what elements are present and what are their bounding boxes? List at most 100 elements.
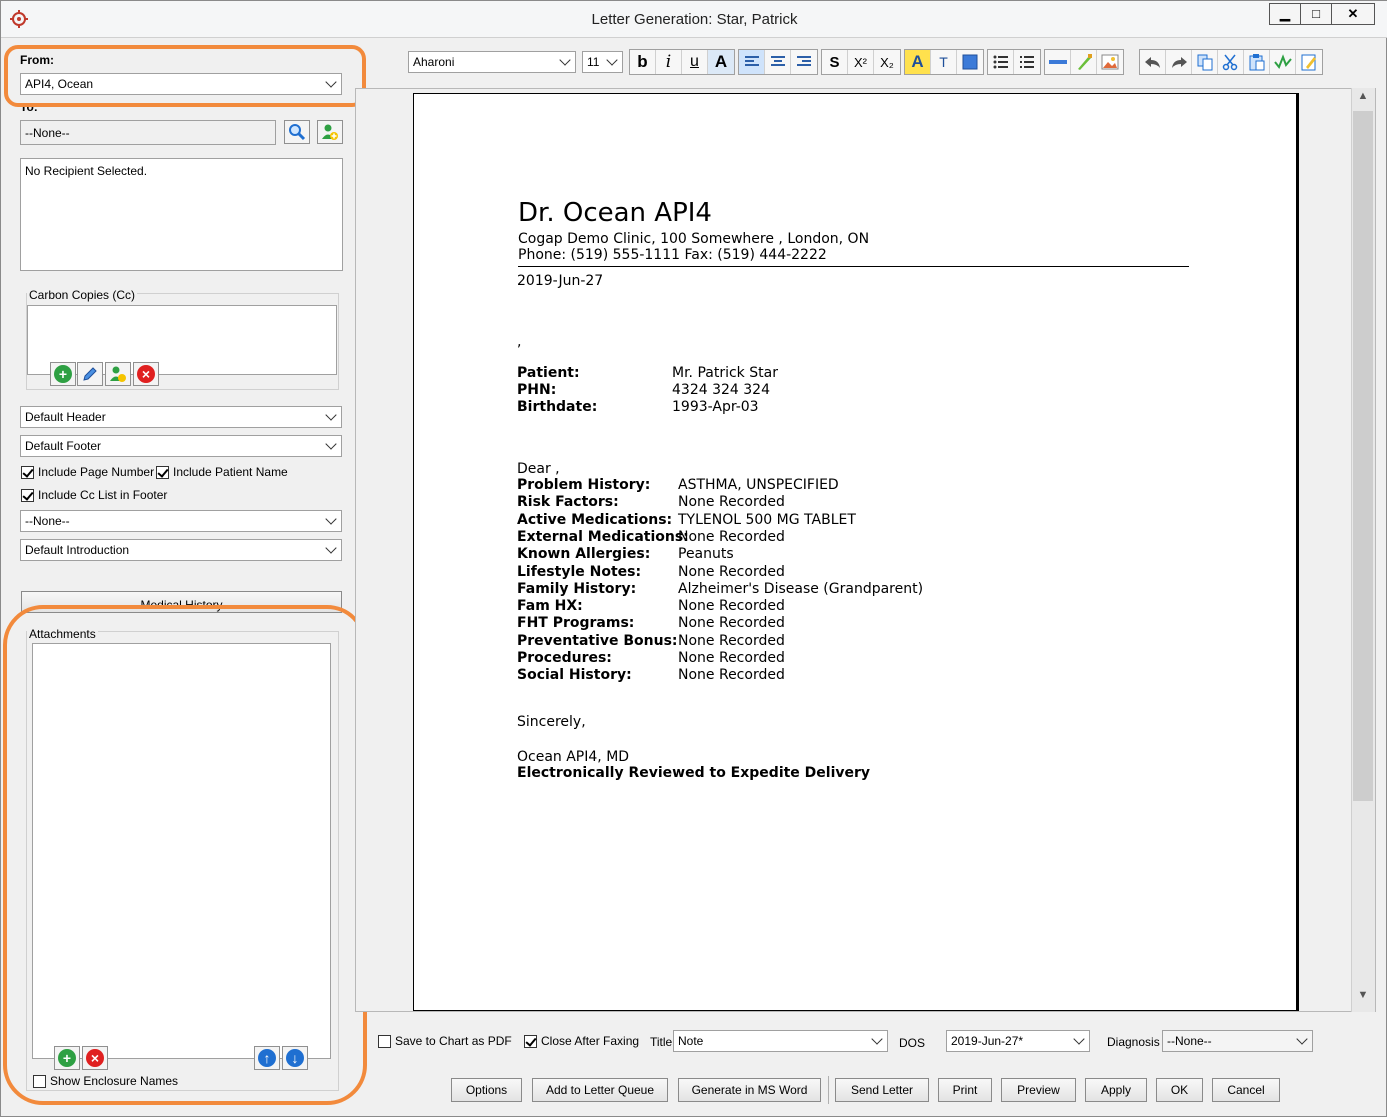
minimize-button[interactable]: ▁	[1269, 3, 1301, 25]
history-label: Lifestyle Notes:	[517, 564, 642, 580]
horizontal-rule-button[interactable]	[1045, 50, 1071, 74]
strikethrough-button[interactable]: S	[822, 50, 848, 74]
generate-ms-word-button[interactable]: Generate in MS Word	[678, 1078, 821, 1102]
history-label: Family History:	[517, 581, 637, 597]
add-user-icon	[322, 124, 338, 140]
underline-button[interactable]: u	[682, 50, 708, 74]
script-group: S X² X₂	[821, 49, 901, 75]
add-user-icon	[110, 366, 126, 382]
from-select[interactable]: API4, Ocean	[20, 73, 342, 95]
highlight-button[interactable]: A	[905, 50, 931, 74]
send-letter-button[interactable]: Send Letter	[835, 1078, 929, 1102]
add-cc-contact-button[interactable]	[105, 362, 131, 386]
close-after-faxing-checkbox[interactable]: Close After Faxing	[524, 1034, 639, 1048]
dos-label: DOS	[899, 1036, 926, 1050]
add-cc-button[interactable]: +	[50, 362, 76, 386]
show-enclosure-names-checkbox[interactable]: Show Enclosure Names	[33, 1074, 178, 1088]
chevron-down-icon	[325, 542, 337, 554]
checkbox-checked	[524, 1034, 537, 1048]
search-recipient-button[interactable]	[284, 120, 310, 144]
paste-button[interactable]	[1244, 50, 1270, 74]
align-center-button[interactable]	[765, 50, 791, 74]
ok-button[interactable]: OK	[1156, 1078, 1203, 1102]
subscript-button[interactable]: X₂	[874, 50, 900, 74]
add-attachment-button[interactable]: +	[54, 1046, 80, 1070]
sign-button[interactable]	[1296, 50, 1322, 74]
print-button[interactable]: Print	[938, 1078, 992, 1102]
add-recipient-button[interactable]	[317, 120, 343, 144]
edit-group	[1139, 49, 1323, 75]
checkbox-unchecked	[33, 1074, 46, 1088]
align-center-icon	[770, 56, 785, 66]
apply-button[interactable]: Apply	[1085, 1078, 1147, 1102]
superscript-button[interactable]: X²	[848, 50, 874, 74]
italic-button[interactable]: i	[656, 50, 682, 74]
scroll-down-icon[interactable]: ▼	[1351, 989, 1375, 1011]
spellcheck-button[interactable]	[1270, 50, 1296, 74]
history-label: External Medications:	[517, 529, 689, 545]
close-button[interactable]: ✕	[1331, 3, 1375, 25]
introduction-select[interactable]: Default Introduction	[20, 539, 342, 561]
include-patient-name-label: Include Patient Name	[173, 465, 288, 479]
edit-cc-button[interactable]	[77, 362, 103, 386]
bullet-list-button[interactable]	[988, 50, 1014, 74]
copy-button[interactable]	[1192, 50, 1218, 74]
bold-button[interactable]: b	[630, 50, 656, 74]
window-title: Letter Generation: Star, Patrick	[591, 11, 798, 28]
move-attachment-down-button[interactable]: ↓	[282, 1046, 308, 1070]
scroll-up-icon[interactable]: ▲	[1351, 90, 1375, 112]
scroll-thumb[interactable]	[1353, 111, 1373, 801]
maximize-button[interactable]: □	[1300, 3, 1332, 25]
preview-button[interactable]: Preview	[1001, 1078, 1076, 1102]
history-label: Social History:	[517, 667, 632, 683]
title-select[interactable]: Note	[673, 1030, 888, 1052]
brush-icon	[1077, 54, 1092, 70]
list-group	[987, 49, 1041, 75]
diagnosis-select[interactable]: --None--	[1162, 1030, 1313, 1052]
remove-cc-button[interactable]: ×	[133, 362, 159, 386]
font-color-button[interactable]: A	[708, 50, 734, 74]
alignment-group	[738, 49, 818, 75]
font-name-value: Aharoni	[413, 55, 455, 69]
clear-format-button[interactable]	[1071, 50, 1097, 74]
insert-image-button[interactable]	[1097, 50, 1123, 74]
remove-icon: ×	[137, 365, 155, 383]
template-select[interactable]: --None--	[20, 510, 342, 532]
font-size-select[interactable]: 11	[582, 51, 623, 73]
remove-attachment-button[interactable]: ×	[82, 1046, 108, 1070]
options-button[interactable]: Options	[451, 1078, 522, 1102]
cut-button[interactable]	[1218, 50, 1244, 74]
phn-label: PHN:	[517, 382, 557, 398]
dos-select[interactable]: 2019-Jun-27*	[946, 1030, 1090, 1052]
attachments-list[interactable]	[32, 643, 331, 1059]
align-right-button[interactable]	[791, 50, 817, 74]
footer-select[interactable]: Default Footer	[20, 435, 342, 457]
numbered-list-button[interactable]	[1014, 50, 1040, 74]
align-left-button[interactable]	[739, 50, 765, 74]
arrow-up-icon: ↑	[258, 1049, 276, 1067]
history-value: None Recorded	[678, 529, 785, 545]
align-right-icon	[797, 56, 811, 66]
to-field[interactable]: --None--	[20, 120, 276, 145]
border-button[interactable]	[957, 50, 983, 74]
cancel-button[interactable]: Cancel	[1212, 1078, 1280, 1102]
redo-button[interactable]	[1166, 50, 1192, 74]
chevron-down-icon	[325, 409, 337, 421]
header-select[interactable]: Default Header	[20, 406, 342, 428]
save-pdf-checkbox[interactable]: Save to Chart as PDF	[378, 1034, 512, 1048]
font-name-select[interactable]: Aharoni	[408, 51, 576, 73]
medical-history-button[interactable]: Medical History	[21, 591, 342, 613]
doctor-name: Dr. Ocean API4	[518, 198, 712, 228]
include-page-number-label: Include Page Number	[38, 465, 155, 479]
move-attachment-up-button[interactable]: ↑	[254, 1046, 280, 1070]
closing-line: Sincerely,	[517, 714, 586, 730]
undo-button[interactable]	[1140, 50, 1166, 74]
include-patient-name-checkbox[interactable]: Include Patient Name	[156, 465, 288, 479]
include-page-number-checkbox[interactable]: Include Page Number	[21, 465, 154, 479]
header-select-value: Default Header	[25, 410, 106, 424]
history-value: None Recorded	[678, 564, 785, 580]
textbox-button[interactable]: T	[931, 50, 957, 74]
add-to-letter-queue-button[interactable]: Add to Letter Queue	[532, 1078, 668, 1102]
history-label: Procedures:	[517, 650, 612, 666]
include-cc-footer-checkbox[interactable]: Include Cc List in Footer	[21, 488, 167, 502]
